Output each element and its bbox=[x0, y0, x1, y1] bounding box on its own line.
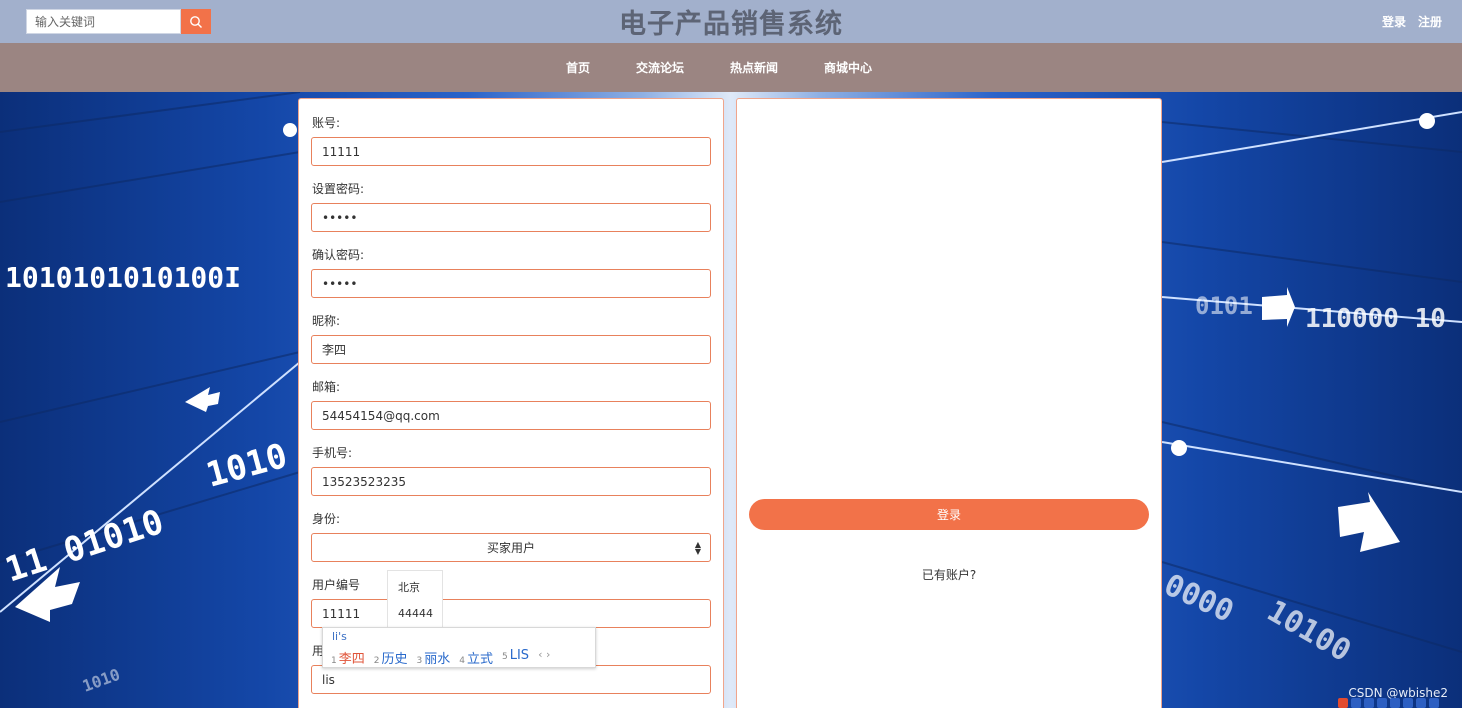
site-title: 电子产品销售系统 bbox=[619, 9, 843, 40]
nav-item-shop[interactable]: 商城中心 bbox=[824, 59, 872, 76]
auth-links: 登录 注册 bbox=[1382, 13, 1442, 30]
login-link[interactable]: 登录 bbox=[1382, 13, 1406, 30]
nickname-label: 昵称: bbox=[312, 314, 341, 328]
have-account-text: 已有账户? bbox=[921, 568, 977, 582]
bg-text-6: 0000 bbox=[1159, 568, 1239, 630]
confirm-password-field[interactable]: ••••• bbox=[311, 269, 711, 298]
name-field[interactable]: lis bbox=[311, 665, 711, 694]
identity-select[interactable]: 买家用户 ▲ ▼ bbox=[311, 533, 711, 562]
punct-icon[interactable] bbox=[1364, 697, 1374, 708]
ime-toolbar bbox=[1334, 697, 1462, 708]
user-number-field[interactable]: 11111 bbox=[311, 599, 711, 628]
bg-text-3: 11 01010 bbox=[0, 502, 168, 591]
lang-icon[interactable] bbox=[1351, 697, 1361, 708]
autocomplete-popup: 北京 44444 bbox=[387, 570, 443, 630]
account-label: 账号: bbox=[312, 116, 341, 130]
tools-icon[interactable] bbox=[1429, 697, 1439, 708]
identity-select-value: 买家用户 bbox=[486, 541, 535, 555]
top-bar: 电子产品销售系统 登录 注册 bbox=[0, 0, 1462, 43]
nickname-field[interactable]: 李四 bbox=[311, 335, 711, 364]
phone-field[interactable]: 13523523235 bbox=[311, 467, 711, 496]
account-field[interactable]: 11111 bbox=[311, 137, 711, 166]
confirm-password-label: 确认密码: bbox=[312, 248, 365, 262]
user-number-label: 用户编号 bbox=[312, 578, 361, 592]
register-form-panel: 账号: 11111 设置密码: ••••• 确认密码: ••••• 昵称: 李四… bbox=[298, 98, 724, 708]
ime-candidates: 1 李四 2 历史 3 丽水 4 立式 5 LIS ‹ › bbox=[331, 648, 550, 667]
bg-text-5: 110000 10 bbox=[1305, 304, 1446, 334]
keyboard-icon[interactable] bbox=[1403, 697, 1413, 708]
sogou-icon[interactable] bbox=[1338, 697, 1348, 708]
ime-candidate[interactable]: 4 立式 bbox=[459, 648, 493, 667]
main-nav: 首页 交流论坛 热点新闻 商城中心 bbox=[0, 43, 1462, 92]
autocomplete-item[interactable]: 44444 bbox=[398, 607, 433, 620]
bg-text-8: 1010 bbox=[80, 665, 123, 696]
ime-candidate[interactable]: 2 历史 bbox=[374, 648, 408, 667]
select-arrows-icon: ▲ ▼ bbox=[694, 540, 701, 556]
bg-text-4: 0101 bbox=[1195, 292, 1253, 320]
nav-item-forum[interactable]: 交流论坛 bbox=[636, 59, 684, 76]
bg-text-1: 1010101010100I bbox=[5, 261, 241, 294]
ime-candidate[interactable]: 3 丽水 bbox=[417, 648, 451, 667]
skin-icon[interactable] bbox=[1416, 697, 1426, 708]
circuit-background: 1010101010100I 1010 11 01010 0101 110000… bbox=[0, 92, 1462, 696]
identity-label: 身份: bbox=[312, 512, 341, 526]
mic-icon[interactable] bbox=[1390, 697, 1400, 708]
password-field[interactable]: ••••• bbox=[311, 203, 711, 232]
background-image: 1010101010100I 1010 11 01010 0101 110000… bbox=[0, 92, 1462, 708]
ime-pinyin: li's bbox=[332, 630, 347, 643]
bg-text-2: 1010 bbox=[202, 436, 291, 496]
bg-text-7: 10100 bbox=[1261, 594, 1357, 669]
nav-item-home[interactable]: 首页 bbox=[566, 59, 590, 76]
login-button[interactable]: 登录 bbox=[749, 499, 1149, 530]
email-label: 邮箱: bbox=[312, 380, 341, 394]
emoji-icon[interactable] bbox=[1377, 697, 1387, 708]
ime-candidate-bar: li's 1 李四 2 历史 3 丽水 4 立式 5 LIS ‹ › bbox=[322, 627, 596, 668]
password-label: 设置密码: bbox=[312, 182, 365, 196]
phone-label: 手机号: bbox=[312, 446, 353, 460]
nav-item-news[interactable]: 热点新闻 bbox=[730, 59, 778, 76]
ime-candidate[interactable]: 1 李四 bbox=[331, 648, 365, 667]
register-link[interactable]: 注册 bbox=[1418, 13, 1442, 30]
ime-candidate[interactable]: 5 LIS bbox=[502, 648, 529, 667]
autocomplete-item[interactable]: 北京 bbox=[398, 579, 420, 595]
email-field[interactable]: 54454154@qq.com bbox=[311, 401, 711, 430]
ime-page-nav[interactable]: ‹ › bbox=[538, 648, 550, 667]
login-prompt-panel: 已有账户? bbox=[736, 98, 1162, 708]
